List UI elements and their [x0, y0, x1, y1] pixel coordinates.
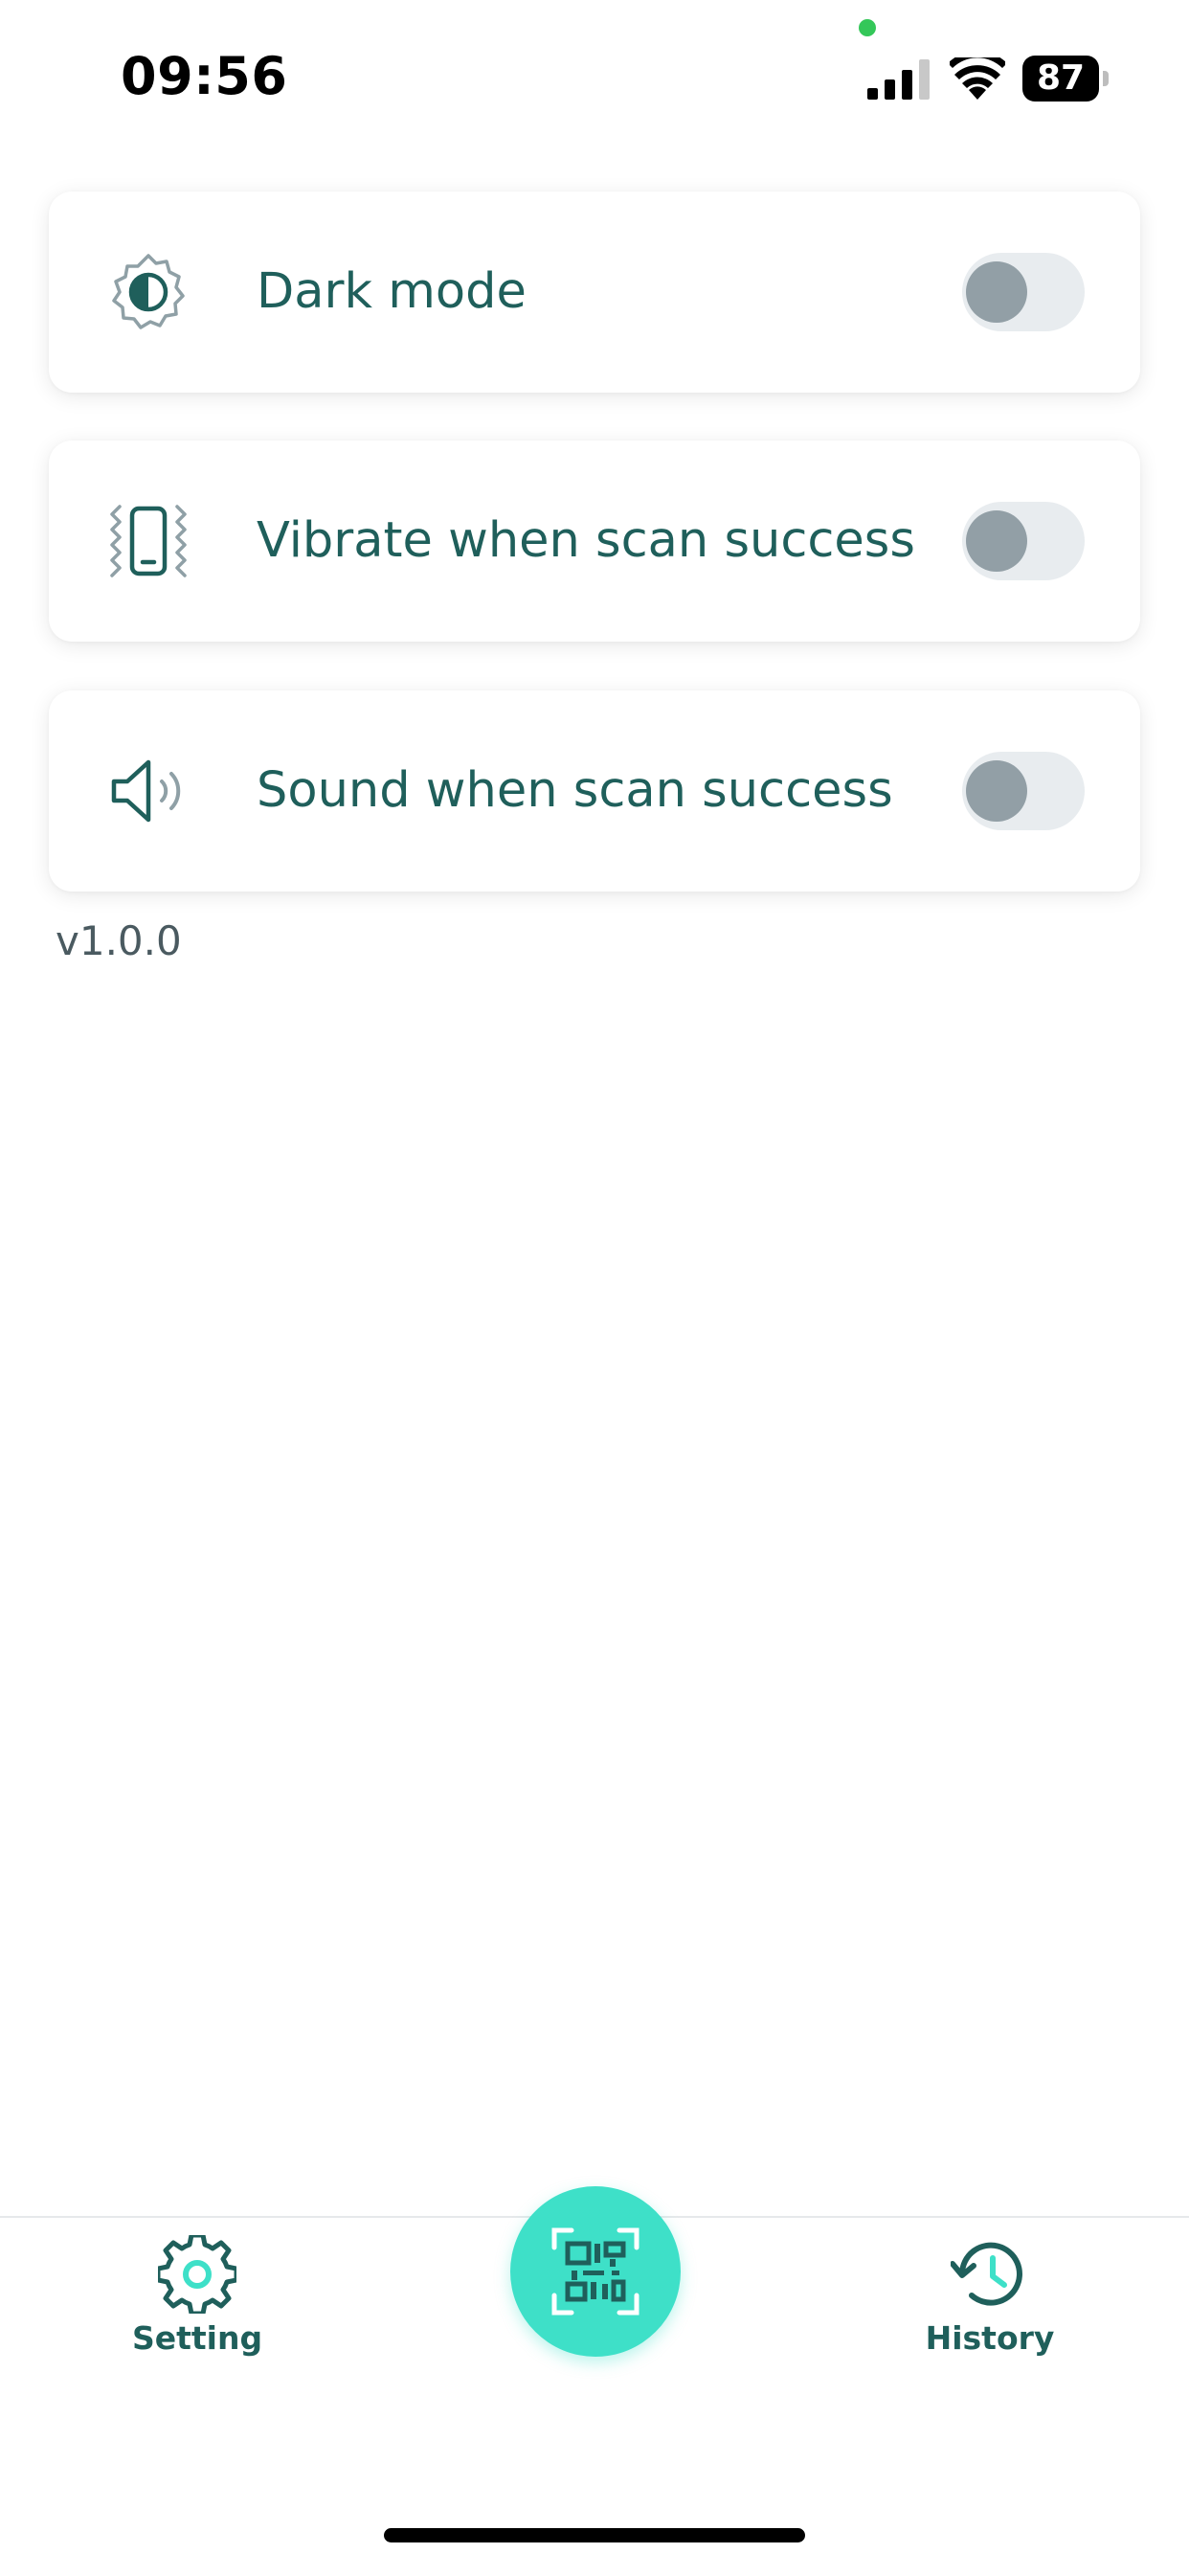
privacy-indicator-dot — [859, 19, 876, 36]
battery-level: 87 — [1022, 56, 1099, 102]
setting-label-vibrate: Vibrate when scan success — [257, 512, 915, 569]
vibrate-icon — [110, 505, 187, 577]
battery-icon: 87 — [1022, 56, 1109, 102]
dark-mode-icon — [112, 254, 185, 329]
gear-icon — [158, 2235, 236, 2314]
setting-label-dark-mode: Dark mode — [257, 263, 527, 320]
nav-history-label: History — [925, 2319, 1055, 2357]
sound-icon — [111, 759, 181, 823]
toggle-knob — [966, 760, 1027, 822]
status-bar: 09:56 87 — [0, 0, 1189, 144]
sound-toggle[interactable] — [962, 752, 1085, 830]
nav-setting-label: Setting — [131, 2319, 263, 2357]
scan-qr-button[interactable] — [510, 2186, 681, 2357]
setting-card-dark-mode: Dark mode — [49, 192, 1140, 393]
qr-scan-icon — [551, 2227, 639, 2316]
signal-icon — [867, 59, 930, 100]
setting-label-sound: Sound when scan success — [257, 762, 893, 819]
vibrate-toggle[interactable] — [962, 502, 1085, 580]
toggle-knob — [966, 261, 1027, 323]
toggle-knob — [966, 510, 1027, 572]
dark-mode-toggle[interactable] — [962, 253, 1085, 331]
nav-history[interactable]: History — [885, 2235, 1095, 2379]
nav-setting[interactable]: Setting — [92, 2235, 303, 2379]
status-time: 09:56 — [121, 46, 288, 106]
battery-cap — [1103, 71, 1109, 86]
app-version: v1.0.0 — [56, 917, 182, 964]
setting-card-sound: Sound when scan success — [49, 690, 1140, 892]
wifi-icon — [950, 57, 1005, 100]
home-indicator — [384, 2528, 805, 2542]
setting-card-vibrate: Vibrate when scan success — [49, 441, 1140, 642]
history-icon — [951, 2242, 1022, 2306]
